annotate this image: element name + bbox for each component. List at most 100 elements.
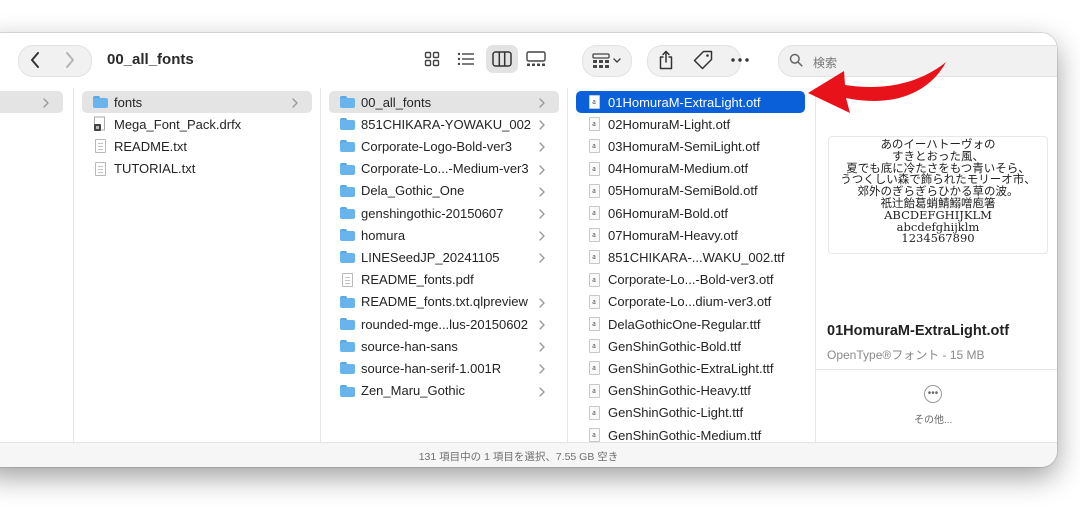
folder-icon	[339, 383, 355, 399]
chevron-right-icon	[292, 98, 298, 108]
folder-icon	[339, 249, 355, 265]
gallery-view-button[interactable]	[521, 45, 551, 73]
item-label: fonts	[114, 94, 143, 110]
item-label: 851CHIKARA-YOWAKU_002	[361, 116, 532, 132]
list-item[interactable]: fonts	[82, 91, 312, 113]
chevron-right-icon	[539, 164, 545, 175]
list-item[interactable]: TUTORIAL.txt	[82, 158, 312, 180]
chevron-right-icon	[66, 52, 74, 68]
item-label: README.txt	[114, 138, 187, 154]
item-label: source-han-serif-1.001R	[361, 360, 502, 376]
list-item[interactable]: a 06HomuraM-Bold.otf	[576, 202, 805, 224]
column-4[interactable]: a 01HomuraM-ExtraLight.otf a 02HomuraM-Ligh…	[568, 88, 816, 442]
preview-pane: あのイーハトーヴォの すきとおった風、 夏でも底に冷たさをもつ青いそら、 うつくしい森…	[816, 88, 1057, 442]
list-item[interactable]: a 01HomuraM-ExtraLight.otf	[576, 91, 805, 113]
list-item[interactable]: a GenShinGothic-Heavy.ttf	[576, 380, 805, 402]
item-label: Corporate-Lo...-Bold-ver3.otf	[608, 272, 774, 288]
item-label: 02HomuraM-Light.otf	[608, 116, 731, 132]
list-item[interactable]: a 07HomuraM-Heavy.otf	[576, 224, 805, 246]
folder-icon	[339, 294, 355, 310]
folder-icon	[92, 94, 108, 110]
folder-icon	[339, 161, 355, 177]
list-item[interactable]: a 05HomuraM-SemiBold.otf	[576, 180, 805, 202]
list-item[interactable]: source-han-sans	[329, 335, 559, 357]
list-item[interactable]: a 02HomuraM-Light.otf	[576, 113, 805, 135]
chevron-right-icon	[539, 364, 545, 375]
list-item[interactable]: a Corporate-Lo...-Bold-ver3.otf	[576, 269, 805, 291]
font-file-icon: a	[586, 427, 602, 442]
group-by-button[interactable]	[582, 45, 632, 77]
item-label: homura	[361, 227, 406, 243]
chevron-right-icon	[539, 253, 545, 264]
list-item[interactable]: a DelaGothicOne-Regular.ttf	[576, 313, 805, 335]
chevron-right-icon	[539, 98, 545, 108]
list-item[interactable]: homura	[329, 224, 559, 246]
font-file-icon: a	[586, 227, 602, 243]
tag-button[interactable]	[690, 45, 716, 75]
column-browser: fonts Mega_Font_Pack.drfx README.txt TUTORI…	[0, 88, 1057, 442]
list-item[interactable]: Dela_Gothic_One	[329, 180, 559, 202]
list-item[interactable]: a GenShinGothic-Bold.ttf	[576, 335, 805, 357]
folder-icon	[339, 338, 355, 354]
list-item[interactable]: Mega_Font_Pack.drfx	[82, 113, 312, 135]
folder-icon	[339, 116, 355, 132]
list-item[interactable]: a 851CHIKARA-...WAKU_002.ttf	[576, 246, 805, 268]
folder-icon	[339, 316, 355, 332]
divider	[816, 369, 1057, 370]
item-label: 05HomuraM-SemiBold.otf	[608, 183, 758, 199]
font-file-icon: a	[586, 138, 602, 154]
list-item[interactable]: Corporate-Lo...-Medium-ver3	[329, 158, 559, 180]
font-sample-preview: あのイーハトーヴォの すきとおった風、 夏でも底に冷たさをもつ青いそら、 うつくしい森…	[828, 136, 1048, 254]
item-label: Corporate-Lo...-Medium-ver3	[361, 161, 529, 177]
share-button[interactable]	[653, 45, 679, 75]
more-icon[interactable]: •••	[924, 385, 942, 403]
chevron-right-icon	[539, 209, 545, 219]
list-item[interactable]: a 03HomuraM-SemiLight.otf	[576, 135, 805, 157]
column-2[interactable]: fonts Mega_Font_Pack.drfx README.txt TUTORI…	[74, 88, 321, 442]
font-file-icon: a	[586, 338, 602, 354]
list-item[interactable]: a Corporate-Lo...dium-ver3.otf	[576, 291, 805, 313]
item-label: DelaGothicOne-Regular.ttf	[608, 316, 761, 332]
list-item[interactable]: a GenShinGothic-Light.ttf	[576, 402, 805, 424]
item-label: 06HomuraM-Bold.otf	[608, 205, 728, 221]
list-view-button[interactable]	[451, 45, 481, 73]
list-item[interactable]: 851CHIKARA-YOWAKU_002	[329, 113, 559, 135]
icon-view-button[interactable]	[417, 45, 447, 73]
status-text: 131 項目中の 1 項目を選択、7.55 GB 空き	[418, 451, 619, 463]
forward-button[interactable]	[56, 47, 84, 73]
list-item[interactable]: Zen_Maru_Gothic	[329, 380, 559, 402]
folder-icon	[339, 227, 355, 243]
more-icon	[731, 58, 749, 62]
item-label: GenShinGothic-Bold.ttf	[608, 338, 741, 354]
item-label: GenShinGothic-ExtraLight.ttf	[608, 360, 774, 376]
column-3[interactable]: 00_all_fonts 851CHIKARA-YOWAKU_002 Corpora…	[321, 88, 568, 442]
column-view-button[interactable]	[486, 45, 518, 73]
list-item[interactable]: source-han-serif-1.001R	[329, 357, 559, 379]
column-1[interactable]	[0, 88, 74, 442]
item-label: Zen_Maru_Gothic	[361, 383, 466, 399]
group-icon	[592, 53, 621, 68]
list-item[interactable]: README.txt	[82, 135, 312, 157]
item-label: 04HomuraM-Medium.otf	[608, 161, 749, 177]
list-item[interactable]: genshingothic-20150607	[329, 202, 559, 224]
list-item[interactable]: a GenShinGothic-ExtraLight.ttf	[576, 357, 805, 379]
list-item[interactable]: a GenShinGothic-Medium.ttf	[576, 424, 805, 442]
list-item[interactable]: rounded-mge...lus-20150602	[329, 313, 559, 335]
list-item[interactable]: README_fonts.txt.qlpreview	[329, 291, 559, 313]
list-item[interactable]: Corporate-Logo-Bold-ver3	[329, 135, 559, 157]
more-actions-button[interactable]	[727, 45, 753, 75]
back-button[interactable]	[21, 47, 49, 73]
more-label[interactable]: その他...	[914, 411, 952, 426]
list-item[interactable]	[0, 91, 63, 113]
chevron-right-icon	[539, 142, 545, 153]
chevron-right-icon	[539, 120, 545, 130]
item-label: Corporate-Logo-Bold-ver3	[361, 138, 513, 154]
font-file-icon: a	[586, 205, 602, 221]
status-bar: 131 項目中の 1 項目を選択、7.55 GB 空き	[0, 442, 1057, 467]
list-item[interactable]: a 04HomuraM-Medium.otf	[576, 158, 805, 180]
list-item[interactable]: 00_all_fonts	[329, 91, 559, 113]
item-label: README_fonts.txt.qlpreview	[361, 294, 528, 310]
list-item[interactable]: README_fonts.pdf	[329, 269, 559, 291]
list-item[interactable]: LINESeedJP_20241105	[329, 246, 559, 268]
folder-icon	[339, 94, 355, 110]
